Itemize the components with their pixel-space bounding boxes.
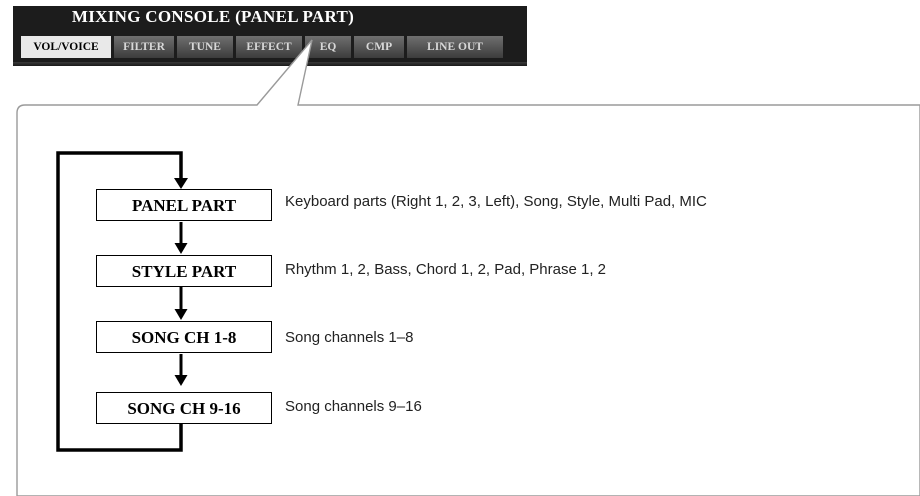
song-ch-9-16-box[interactable]: SONG CH 9-16 [96,392,272,424]
style-part-box[interactable]: STYLE PART [96,255,272,287]
song-ch-9-16-description: Song channels 9–16 [285,398,422,415]
song-ch-1-8-description: Song channels 1–8 [285,329,414,346]
song-ch-1-8-box[interactable]: SONG CH 1-8 [96,321,272,353]
panel-part-box[interactable]: PANEL PART [96,189,272,221]
panel-part-description: Keyboard parts (Right 1, 2, 3, Left), So… [285,193,707,210]
style-part-description: Rhythm 1, 2, Bass, Chord 1, 2, Pad, Phra… [285,261,606,278]
